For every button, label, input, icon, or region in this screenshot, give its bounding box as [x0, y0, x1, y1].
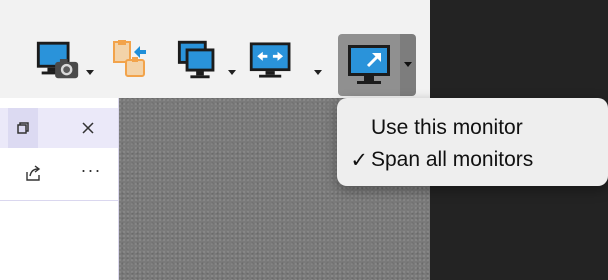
- menu-item-span-all-monitors[interactable]: ✓ Span all monitors: [337, 144, 608, 176]
- full-screen-dropdown-arrow[interactable]: [400, 34, 416, 96]
- close-icon: [82, 122, 94, 134]
- menu-item-label: Span all monitors: [371, 148, 534, 171]
- toolbar: [0, 0, 430, 98]
- chevron-down-icon: [86, 70, 94, 75]
- screenshot-button[interactable]: [34, 36, 82, 84]
- more-options-button[interactable]: ···: [78, 160, 104, 186]
- close-button[interactable]: [70, 108, 106, 148]
- checkmark-icon: ✓: [350, 148, 368, 172]
- share-button[interactable]: [20, 160, 46, 186]
- multiple-monitors-icon: [177, 40, 215, 79]
- fit-to-window-button[interactable]: [248, 36, 296, 84]
- paste-to-clipboard-icon: [113, 40, 146, 77]
- fit-to-window-icon: [249, 42, 291, 78]
- app-window: ···: [0, 98, 119, 280]
- share-icon: [26, 165, 41, 181]
- fit-dropdown-arrow[interactable]: [314, 58, 322, 88]
- chevron-down-icon: [314, 70, 322, 75]
- full-screen-monitor-icon: [348, 45, 390, 84]
- restore-window-icon: [17, 122, 29, 134]
- full-screen-button[interactable]: [338, 34, 400, 96]
- screenshot-monitor-icon: [36, 41, 79, 79]
- more-options-label: ···: [80, 160, 102, 180]
- restore-button[interactable]: [8, 108, 38, 148]
- menu-item-label: Use this monitor: [371, 116, 523, 139]
- monitor-dropdown-menu: Use this monitor ✓ Span all monitors: [337, 98, 608, 186]
- chevron-down-icon: [404, 62, 412, 67]
- chevron-down-icon: [228, 70, 236, 75]
- monitors-dropdown-arrow[interactable]: [228, 58, 236, 88]
- paste-button[interactable]: [106, 36, 154, 84]
- menu-item-use-this-monitor[interactable]: Use this monitor: [337, 112, 608, 144]
- multiple-monitors-button[interactable]: [176, 36, 224, 84]
- screenshot-dropdown-arrow[interactable]: [86, 58, 94, 88]
